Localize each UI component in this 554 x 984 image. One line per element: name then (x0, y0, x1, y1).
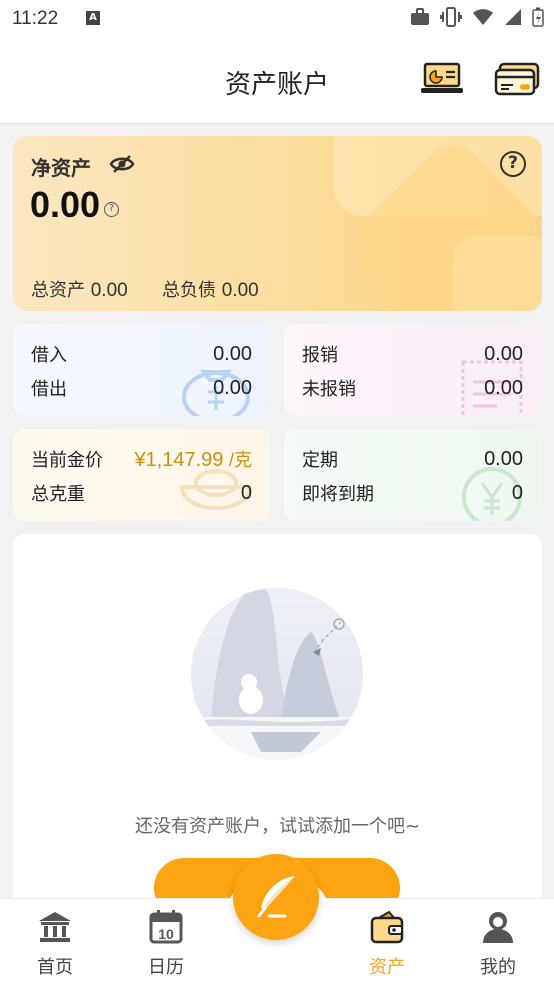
gold-weight-value: 0 (240, 481, 252, 504)
tab-assets[interactable]: 资产 (332, 899, 442, 984)
total-assets-value: 0.00 (90, 280, 128, 301)
fixed-row: 定期 0.00 (302, 447, 523, 472)
report-button[interactable] (420, 62, 464, 96)
borrow-in-value: 0.00 (213, 342, 252, 365)
due-soon-row: 即将到期 0 (302, 481, 523, 506)
due-soon-label: 即将到期 (302, 484, 374, 505)
gold-price-value: ¥1,147.99 (134, 449, 224, 471)
tab-calendar[interactable]: 10 日历 (111, 899, 221, 984)
briefcase-icon (410, 8, 430, 30)
gold-price-row: 当前金价 ¥1,147.99 /克 (31, 447, 252, 471)
tab-home[interactable]: 首页 (0, 899, 110, 984)
gold-weight-row: 总克重 0 (31, 481, 252, 506)
info-question-icon[interactable]: ? (104, 202, 119, 217)
reimbursed-row: 报销 0.00 (302, 342, 523, 367)
signal-icon (504, 8, 522, 30)
hide-eye-icon[interactable] (109, 154, 135, 178)
fixed-value: 0.00 (484, 447, 523, 470)
tab-assets-label: 资产 (369, 957, 405, 978)
status-time: 11:22 (12, 8, 59, 29)
status-bar: 11:22 A (0, 0, 554, 38)
loans-card[interactable]: 借入 0.00 借出 0.00 (13, 324, 270, 416)
tab-profile-label: 我的 (480, 957, 516, 978)
wifi-icon (472, 8, 494, 30)
total-liabilities: 总负债 0.00 (162, 276, 259, 302)
quill-icon (257, 876, 295, 918)
empty-landscape-illustration (191, 588, 363, 760)
due-soon-value: 0 (511, 481, 523, 504)
total-liabilities-label: 总负债 (162, 280, 216, 301)
cards-button[interactable] (494, 62, 540, 96)
tab-calendar-label: 日历 (148, 957, 184, 978)
page-title: 资产账户 (224, 70, 329, 100)
gold-price-unit: /克 (228, 450, 252, 470)
reimbursed-value: 0.00 (484, 342, 523, 365)
battery-icon (532, 7, 544, 31)
gold-card[interactable]: 当前金价 ¥1,147.99 /克 总克重 0 (13, 429, 270, 521)
gold-price: ¥1,147.99 /克 (134, 446, 252, 472)
empty-message: 还没有资产账户，试试添加一个吧~ (134, 816, 421, 837)
vibrate-icon (440, 7, 462, 31)
person-icon (483, 912, 513, 943)
net-worth-card[interactable]: 净资产 ? 0.00 ? 总资产 0.00 总负债 0.00 (13, 136, 542, 311)
tab-home-label: 首页 (37, 957, 73, 978)
borrow-in-row: 借入 0.00 (31, 342, 252, 367)
reimburse-card[interactable]: 报销 0.00 未报销 0.00 (284, 324, 541, 416)
total-assets-label: 总资产 (31, 280, 85, 301)
gold-price-label: 当前金价 (31, 450, 103, 471)
reimbursed-label: 报销 (302, 345, 338, 366)
borrow-in-label: 借入 (31, 345, 67, 366)
a-badge-icon: A (86, 11, 100, 25)
lend-out-value: 0.00 (213, 376, 252, 399)
net-worth-label: 净资产 (31, 156, 91, 180)
card-decoration (453, 236, 542, 311)
total-assets: 总资产 0.00 (31, 276, 128, 302)
fixed-deposit-card[interactable]: 定期 0.00 即将到期 0 (284, 429, 541, 521)
pending-reimburse-label: 未报销 (302, 379, 356, 400)
net-worth-value: 0.00 (30, 184, 101, 225)
lend-out-label: 借出 (31, 379, 67, 400)
fixed-label: 定期 (302, 450, 338, 471)
status-icons (410, 7, 544, 31)
app-header: 资产账户 (0, 38, 554, 124)
report-laptop-icon (421, 62, 463, 93)
calendar-day: 10 (158, 926, 174, 942)
wallet-icon (370, 910, 404, 944)
add-record-fab[interactable] (233, 854, 319, 940)
pending-reimburse-value: 0.00 (484, 376, 523, 399)
pending-reimburse-row: 未报销 0.00 (302, 376, 523, 401)
gold-weight-label: 总克重 (31, 484, 85, 505)
tab-profile[interactable]: 我的 (443, 899, 553, 984)
bank-icon (39, 912, 71, 942)
calendar-icon: 10 (149, 910, 183, 944)
help-icon[interactable]: ? (500, 151, 526, 177)
lend-out-row: 借出 0.00 (31, 376, 252, 401)
total-liabilities-value: 0.00 (221, 280, 259, 301)
credit-card-icon (494, 62, 540, 96)
